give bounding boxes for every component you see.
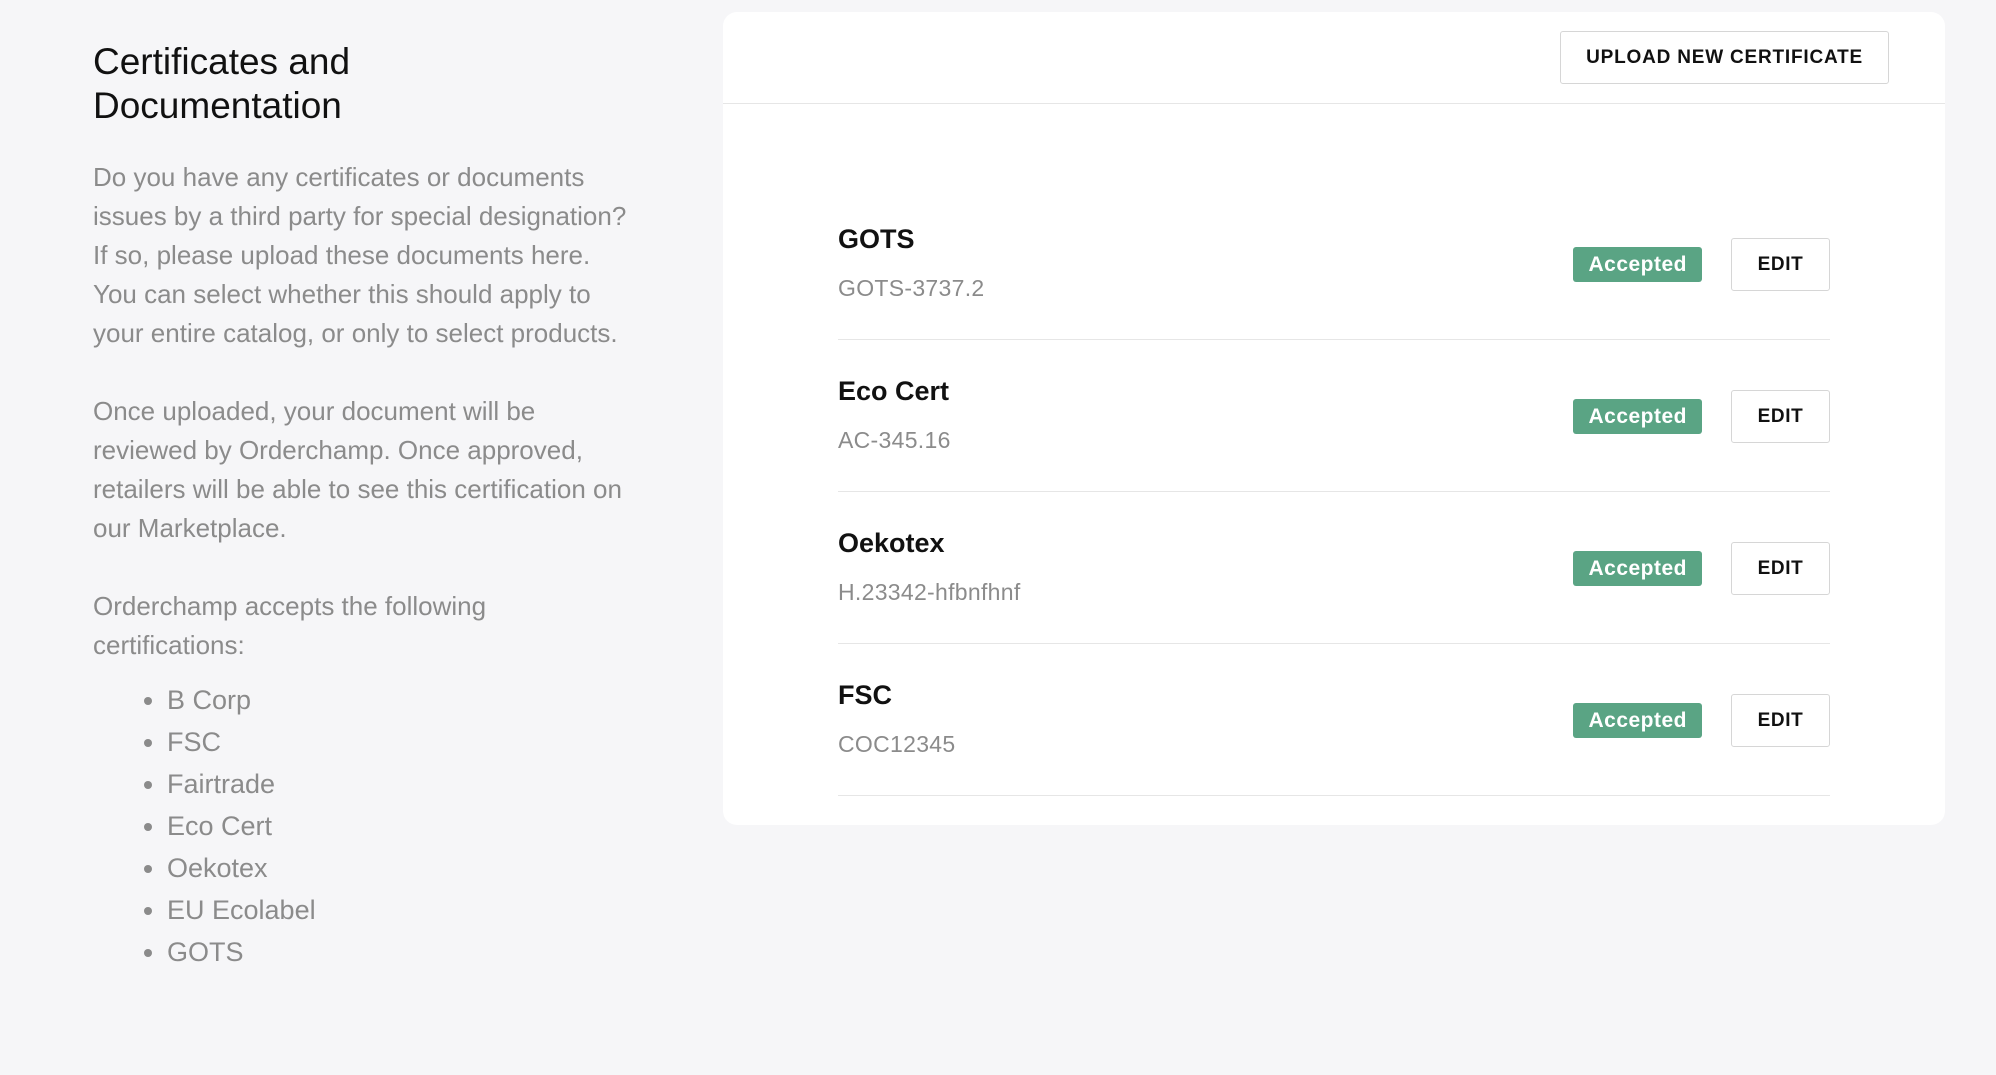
certificate-row-fsc: FSC COC12345 Accepted EDIT bbox=[838, 646, 1830, 796]
list-item: Eco Cert bbox=[167, 805, 633, 847]
certificate-code: GOTS-3737.2 bbox=[838, 275, 985, 301]
certificate-row-oekotex: Oekotex H.23342-hfbnfhnf Accepted EDIT bbox=[838, 494, 1830, 644]
list-item: EU Ecolabel bbox=[167, 889, 633, 931]
list-item: Oekotex bbox=[167, 847, 633, 889]
review-paragraph: Once uploaded, your document will be rev… bbox=[93, 396, 622, 543]
certificate-row-eco-cert: Eco Cert AC-345.16 Accepted EDIT bbox=[838, 342, 1830, 492]
edit-button[interactable]: EDIT bbox=[1731, 542, 1830, 595]
list-item: B Corp bbox=[167, 679, 633, 721]
upload-new-certificate-button[interactable]: UPLOAD NEW CERTIFICATE bbox=[1560, 31, 1889, 84]
certificate-code: H.23342-hfbnfhnf bbox=[838, 579, 1021, 605]
edit-button[interactable]: EDIT bbox=[1731, 238, 1830, 291]
status-badge: Accepted bbox=[1573, 703, 1702, 738]
certificate-name: Oekotex bbox=[838, 528, 945, 558]
certificates-card: UPLOAD NEW CERTIFICATE GOTS GOTS-3737.2 … bbox=[723, 12, 1945, 825]
intro-section: Certificates and Documentation Do you ha… bbox=[93, 40, 633, 973]
certificate-name: Eco Cert bbox=[838, 376, 950, 406]
section-title: Certificates and Documentation bbox=[93, 41, 351, 126]
card-header: UPLOAD NEW CERTIFICATE bbox=[723, 12, 1945, 104]
accepted-certifications-list: B Corp FSC Fairtrade Eco Cert Oekotex EU… bbox=[93, 679, 633, 973]
intro-paragraph: Do you have any certificates or document… bbox=[93, 162, 627, 348]
list-item: Fairtrade bbox=[167, 763, 633, 805]
certificate-name: FSC bbox=[838, 680, 892, 710]
certificate-code: COC12345 bbox=[838, 731, 956, 757]
status-badge: Accepted bbox=[1573, 551, 1702, 586]
status-badge: Accepted bbox=[1573, 399, 1702, 434]
certificate-code: AC-345.16 bbox=[838, 427, 951, 453]
edit-button[interactable]: EDIT bbox=[1731, 694, 1830, 747]
certificate-name: GOTS bbox=[838, 224, 915, 254]
edit-button[interactable]: EDIT bbox=[1731, 390, 1830, 443]
status-badge: Accepted bbox=[1573, 247, 1702, 282]
list-item: GOTS bbox=[167, 931, 633, 973]
list-item: FSC bbox=[167, 721, 633, 763]
certificate-row-gots: GOTS GOTS-3737.2 Accepted EDIT bbox=[838, 190, 1830, 340]
certificates-list: GOTS GOTS-3737.2 Accepted EDIT Eco Cert … bbox=[838, 190, 1830, 798]
accepted-intro-paragraph: Orderchamp accepts the following certifi… bbox=[93, 591, 487, 660]
